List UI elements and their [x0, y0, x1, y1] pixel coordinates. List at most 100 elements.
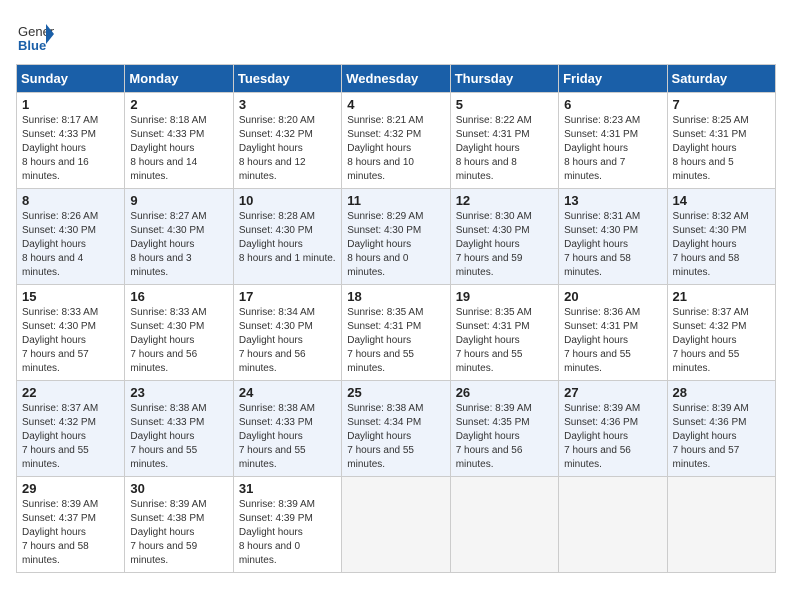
day-info: Sunrise: 8:22 AMSunset: 4:31 PMDaylight …: [456, 115, 532, 182]
day-number: 6: [564, 97, 661, 112]
day-info: Sunrise: 8:32 AMSunset: 4:30 PMDaylight …: [673, 211, 749, 278]
col-header-sunday: Sunday: [17, 65, 125, 93]
day-cell: 30 Sunrise: 8:39 AMSunset: 4:38 PMDaylig…: [125, 477, 233, 573]
col-header-saturday: Saturday: [667, 65, 775, 93]
col-header-monday: Monday: [125, 65, 233, 93]
day-number: 21: [673, 289, 770, 304]
day-cell: 12 Sunrise: 8:30 AMSunset: 4:30 PMDaylig…: [450, 189, 558, 285]
day-cell: 7 Sunrise: 8:25 AMSunset: 4:31 PMDayligh…: [667, 93, 775, 189]
day-cell: 29 Sunrise: 8:39 AMSunset: 4:37 PMDaylig…: [17, 477, 125, 573]
day-info: Sunrise: 8:37 AMSunset: 4:32 PMDaylight …: [22, 403, 98, 470]
day-number: 23: [130, 385, 227, 400]
day-cell: 8 Sunrise: 8:26 AMSunset: 4:30 PMDayligh…: [17, 189, 125, 285]
day-cell: 1 Sunrise: 8:17 AMSunset: 4:33 PMDayligh…: [17, 93, 125, 189]
day-number: 4: [347, 97, 444, 112]
day-cell: 9 Sunrise: 8:27 AMSunset: 4:30 PMDayligh…: [125, 189, 233, 285]
week-row-5: 29 Sunrise: 8:39 AMSunset: 4:37 PMDaylig…: [17, 477, 776, 573]
day-info: Sunrise: 8:35 AMSunset: 4:31 PMDaylight …: [347, 307, 423, 374]
day-info: Sunrise: 8:39 AMSunset: 4:39 PMDaylight …: [239, 499, 315, 566]
day-number: 12: [456, 193, 553, 208]
day-info: Sunrise: 8:33 AMSunset: 4:30 PMDaylight …: [22, 307, 98, 374]
day-info: Sunrise: 8:29 AMSunset: 4:30 PMDaylight …: [347, 211, 423, 278]
day-cell: 19 Sunrise: 8:35 AMSunset: 4:31 PMDaylig…: [450, 285, 558, 381]
day-number: 19: [456, 289, 553, 304]
day-number: 2: [130, 97, 227, 112]
day-cell: 13 Sunrise: 8:31 AMSunset: 4:30 PMDaylig…: [559, 189, 667, 285]
day-info: Sunrise: 8:18 AMSunset: 4:33 PMDaylight …: [130, 115, 206, 182]
col-header-wednesday: Wednesday: [342, 65, 450, 93]
day-cell: 10 Sunrise: 8:28 AMSunset: 4:30 PMDaylig…: [233, 189, 341, 285]
calendar: SundayMondayTuesdayWednesdayThursdayFrid…: [16, 64, 776, 573]
day-cell: 26 Sunrise: 8:39 AMSunset: 4:35 PMDaylig…: [450, 381, 558, 477]
day-info: Sunrise: 8:38 AMSunset: 4:33 PMDaylight …: [130, 403, 206, 470]
week-row-1: 1 Sunrise: 8:17 AMSunset: 4:33 PMDayligh…: [17, 93, 776, 189]
day-cell: 20 Sunrise: 8:36 AMSunset: 4:31 PMDaylig…: [559, 285, 667, 381]
day-info: Sunrise: 8:34 AMSunset: 4:30 PMDaylight …: [239, 307, 315, 374]
day-number: 13: [564, 193, 661, 208]
day-number: 24: [239, 385, 336, 400]
day-info: Sunrise: 8:31 AMSunset: 4:30 PMDaylight …: [564, 211, 640, 278]
col-header-thursday: Thursday: [450, 65, 558, 93]
day-info: Sunrise: 8:39 AMSunset: 4:38 PMDaylight …: [130, 499, 206, 566]
day-info: Sunrise: 8:35 AMSunset: 4:31 PMDaylight …: [456, 307, 532, 374]
day-info: Sunrise: 8:28 AMSunset: 4:30 PMDaylight …: [239, 211, 336, 264]
day-number: 14: [673, 193, 770, 208]
week-row-3: 15 Sunrise: 8:33 AMSunset: 4:30 PMDaylig…: [17, 285, 776, 381]
day-number: 7: [673, 97, 770, 112]
header: General Blue: [16, 16, 776, 54]
day-cell: 11 Sunrise: 8:29 AMSunset: 4:30 PMDaylig…: [342, 189, 450, 285]
day-number: 3: [239, 97, 336, 112]
svg-text:Blue: Blue: [18, 38, 46, 53]
day-cell: 28 Sunrise: 8:39 AMSunset: 4:36 PMDaylig…: [667, 381, 775, 477]
day-cell: 31 Sunrise: 8:39 AMSunset: 4:39 PMDaylig…: [233, 477, 341, 573]
day-cell: [450, 477, 558, 573]
day-number: 20: [564, 289, 661, 304]
day-number: 28: [673, 385, 770, 400]
day-number: 15: [22, 289, 119, 304]
day-cell: 2 Sunrise: 8:18 AMSunset: 4:33 PMDayligh…: [125, 93, 233, 189]
day-cell: 3 Sunrise: 8:20 AMSunset: 4:32 PMDayligh…: [233, 93, 341, 189]
day-info: Sunrise: 8:39 AMSunset: 4:36 PMDaylight …: [673, 403, 749, 470]
day-cell: [667, 477, 775, 573]
day-info: Sunrise: 8:26 AMSunset: 4:30 PMDaylight …: [22, 211, 98, 278]
day-cell: [559, 477, 667, 573]
day-number: 31: [239, 481, 336, 496]
day-info: Sunrise: 8:36 AMSunset: 4:31 PMDaylight …: [564, 307, 640, 374]
day-info: Sunrise: 8:38 AMSunset: 4:34 PMDaylight …: [347, 403, 423, 470]
day-info: Sunrise: 8:37 AMSunset: 4:32 PMDaylight …: [673, 307, 749, 374]
day-cell: 6 Sunrise: 8:23 AMSunset: 4:31 PMDayligh…: [559, 93, 667, 189]
day-cell: 14 Sunrise: 8:32 AMSunset: 4:30 PMDaylig…: [667, 189, 775, 285]
day-info: Sunrise: 8:39 AMSunset: 4:35 PMDaylight …: [456, 403, 532, 470]
day-number: 11: [347, 193, 444, 208]
day-cell: 4 Sunrise: 8:21 AMSunset: 4:32 PMDayligh…: [342, 93, 450, 189]
day-number: 22: [22, 385, 119, 400]
day-info: Sunrise: 8:17 AMSunset: 4:33 PMDaylight …: [22, 115, 98, 182]
day-number: 5: [456, 97, 553, 112]
day-cell: 17 Sunrise: 8:34 AMSunset: 4:30 PMDaylig…: [233, 285, 341, 381]
day-cell: 5 Sunrise: 8:22 AMSunset: 4:31 PMDayligh…: [450, 93, 558, 189]
day-number: 16: [130, 289, 227, 304]
day-cell: 16 Sunrise: 8:33 AMSunset: 4:30 PMDaylig…: [125, 285, 233, 381]
day-info: Sunrise: 8:38 AMSunset: 4:33 PMDaylight …: [239, 403, 315, 470]
day-info: Sunrise: 8:27 AMSunset: 4:30 PMDaylight …: [130, 211, 206, 278]
day-info: Sunrise: 8:20 AMSunset: 4:32 PMDaylight …: [239, 115, 315, 182]
day-number: 8: [22, 193, 119, 208]
day-info: Sunrise: 8:33 AMSunset: 4:30 PMDaylight …: [130, 307, 206, 374]
logo: General Blue: [16, 16, 56, 54]
day-info: Sunrise: 8:30 AMSunset: 4:30 PMDaylight …: [456, 211, 532, 278]
day-number: 18: [347, 289, 444, 304]
day-number: 25: [347, 385, 444, 400]
day-cell: 23 Sunrise: 8:38 AMSunset: 4:33 PMDaylig…: [125, 381, 233, 477]
day-number: 1: [22, 97, 119, 112]
day-number: 10: [239, 193, 336, 208]
col-header-friday: Friday: [559, 65, 667, 93]
week-row-2: 8 Sunrise: 8:26 AMSunset: 4:30 PMDayligh…: [17, 189, 776, 285]
day-cell: 27 Sunrise: 8:39 AMSunset: 4:36 PMDaylig…: [559, 381, 667, 477]
day-cell: 21 Sunrise: 8:37 AMSunset: 4:32 PMDaylig…: [667, 285, 775, 381]
day-cell: 15 Sunrise: 8:33 AMSunset: 4:30 PMDaylig…: [17, 285, 125, 381]
day-info: Sunrise: 8:21 AMSunset: 4:32 PMDaylight …: [347, 115, 423, 182]
day-number: 9: [130, 193, 227, 208]
day-number: 26: [456, 385, 553, 400]
day-cell: 18 Sunrise: 8:35 AMSunset: 4:31 PMDaylig…: [342, 285, 450, 381]
day-cell: 22 Sunrise: 8:37 AMSunset: 4:32 PMDaylig…: [17, 381, 125, 477]
